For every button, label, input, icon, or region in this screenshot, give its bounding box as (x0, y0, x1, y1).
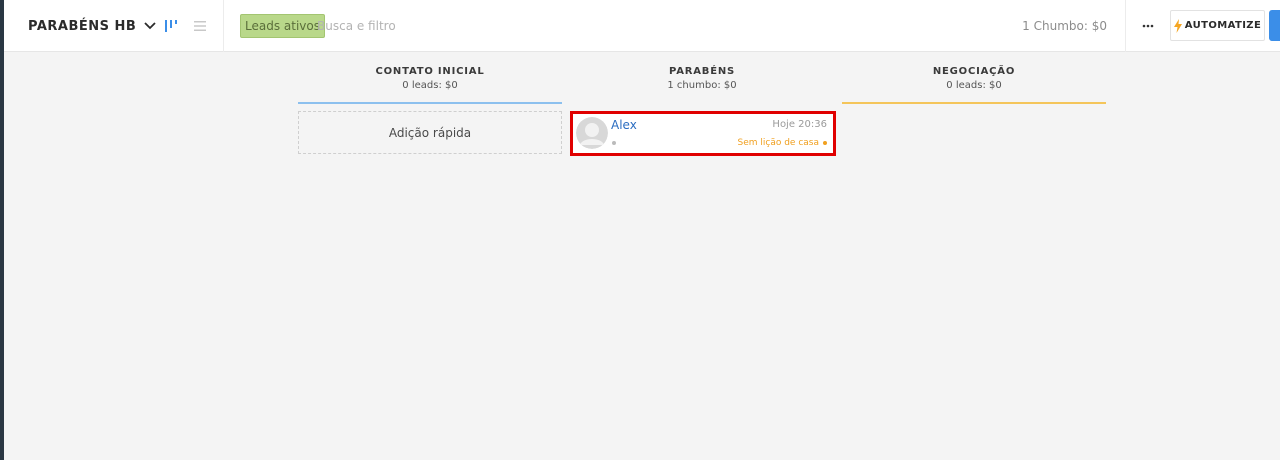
lead-task-label: Sem lição de casa (737, 138, 820, 148)
automatize-button[interactable]: AUTOMATIZE (1170, 10, 1265, 41)
column-count: 0 leads: $0 (946, 80, 1002, 91)
avatar-placeholder-icon (576, 117, 608, 149)
lead-task-status: Sem lição de casa (737, 138, 827, 148)
lead-card[interactable]: Alex Hoje 20:36 Sem lição de casa (570, 111, 836, 156)
pipeline-name: PARABÉNS HB (28, 18, 137, 34)
left-sidebar-edge (0, 0, 4, 460)
automatize-label: AUTOMATIZE (1184, 20, 1262, 31)
more-icon (1142, 24, 1154, 28)
column-count: 1 chumbo: $0 (667, 80, 737, 91)
column-parabens: PARABÉNS 1 chumbo: $0 (570, 52, 834, 102)
divider (1125, 0, 1126, 52)
pipeline-selector[interactable]: PARABÉNS HB (28, 0, 156, 52)
pipeline-summary: 1 Chumbo: $0 (1022, 19, 1107, 33)
column-title: CONTATO INICIAL (375, 66, 485, 77)
search-input[interactable] (317, 14, 617, 38)
column-contato-inicial: CONTATO INICIAL 0 leads: $0 (298, 52, 562, 104)
kanban-view-icon[interactable] (164, 18, 180, 34)
task-warning-dot (823, 141, 827, 145)
quick-add-button[interactable]: Adição rápida (298, 111, 562, 154)
lead-status-dot (612, 141, 616, 145)
lead-time: Hoje 20:36 (772, 119, 827, 130)
add-lead-button-edge[interactable] (1269, 10, 1280, 41)
lead-name-link[interactable]: Alex (611, 118, 637, 132)
lightning-icon (1173, 18, 1182, 33)
more-button[interactable] (1136, 16, 1160, 36)
filter-tag-active-leads[interactable]: Leads ativos (240, 14, 325, 38)
column-color-line (842, 102, 1106, 104)
column-negociacao: NEGOCIAÇÃO 0 leads: $0 (842, 52, 1106, 104)
column-title: PARABÉNS (668, 66, 735, 77)
column-count: 0 leads: $0 (402, 80, 458, 91)
divider (223, 0, 224, 52)
column-title: NEGOCIAÇÃO (932, 66, 1016, 77)
top-bar: PARABÉNS HB Leads ativos 1 Chumbo: $0 (4, 0, 1280, 52)
chevron-down-icon (144, 22, 156, 30)
column-color-line (298, 102, 562, 104)
list-view-icon[interactable] (192, 18, 208, 34)
